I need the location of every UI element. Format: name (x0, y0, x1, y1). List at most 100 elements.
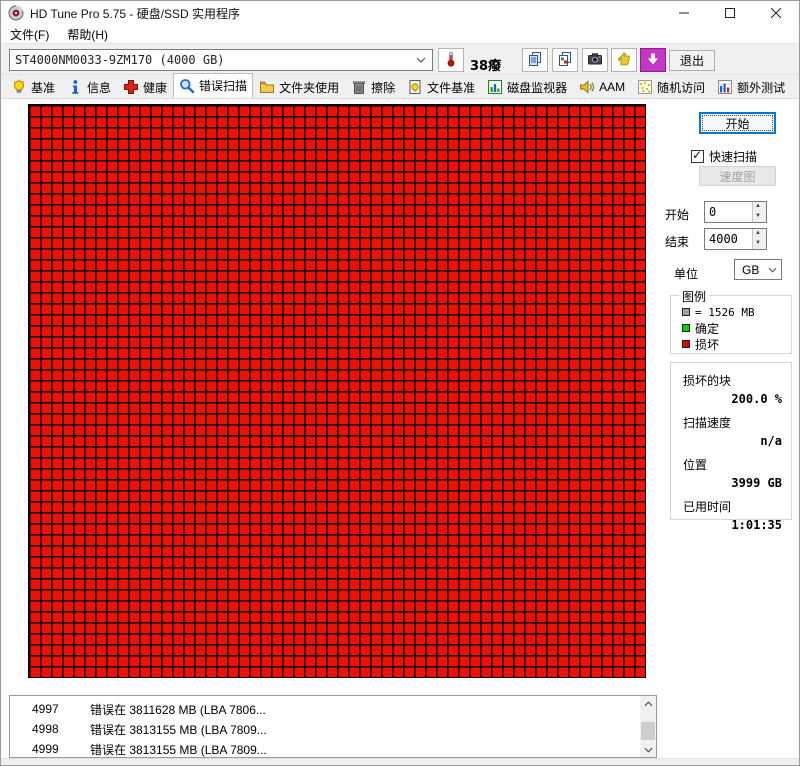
tab-file-benchmark[interactable]: 文件基准 (401, 76, 481, 98)
tab-aam[interactable]: AAM (573, 76, 631, 98)
drive-selector[interactable]: ST4000NM0033-9ZM170 (4000 GB) (9, 49, 433, 71)
tab-extra-tests[interactable]: 额外测试 (711, 76, 791, 98)
hand-button[interactable] (611, 48, 637, 72)
log-row-message: 错误在 3811628 MB (LBA 7806... (90, 701, 266, 718)
tab-label: 基准 (31, 79, 55, 96)
tab-label: 擦除 (371, 79, 395, 96)
camera-button[interactable] (582, 48, 608, 72)
random-access-icon (637, 79, 653, 95)
temperature-value: 38癈 (470, 55, 501, 74)
copy-image-button[interactable] (552, 48, 578, 72)
magnifier-icon (179, 78, 195, 94)
app-icon (8, 5, 24, 21)
scrollbar-thumb[interactable] (641, 722, 655, 740)
window-title: HD Tune Pro 5.75 - 硬盘/SSD 实用程序 (30, 5, 240, 22)
legend-ok-label: 确定 (695, 320, 719, 337)
end-spin-up-icon[interactable] (753, 229, 766, 239)
tab-error-scan[interactable]: 错误扫描 (173, 73, 253, 98)
tab-label: 磁盘监视器 (507, 79, 567, 96)
scan-block-map (28, 104, 646, 678)
exit-button[interactable]: 退出 (669, 50, 715, 71)
end-field[interactable]: 4000 (704, 228, 767, 250)
minimize-icon[interactable] (661, 1, 707, 25)
tab-label: 随机访问 (657, 79, 705, 96)
download-arrow-icon (646, 52, 660, 69)
error-scan-pane: 开始 快速扫描 速度图 开始 0 结束 4000 单位 GB (1, 99, 799, 695)
unit-label: 单位 (674, 265, 698, 282)
start-field-label: 开始 (665, 206, 689, 223)
start-field[interactable]: 0 (704, 201, 767, 223)
legend-title: 图例 (679, 288, 709, 305)
hand-icon (616, 51, 632, 70)
unit-selector-value: GB (742, 263, 759, 277)
legend-group: 图例 = 1526 MB 确定 损坏 (670, 295, 792, 354)
health-cross-icon (123, 79, 139, 95)
chevron-down-icon (416, 57, 426, 63)
tab-info[interactable]: 信息 (61, 76, 117, 98)
start-spin-down-icon[interactable] (753, 212, 766, 222)
scan-status-group: 损坏的块 200.0 % 扫描速度 n/a 位置 3999 GB 已用时间 1:… (670, 362, 792, 520)
start-spin-up-icon[interactable] (753, 202, 766, 212)
temperature-button[interactable] (438, 48, 464, 72)
scan-speed-label: 扫描速度 (683, 414, 791, 431)
log-row[interactable]: 4997 错误在 3811628 MB (LBA 7806... (10, 699, 639, 719)
bulb-icon (11, 79, 27, 95)
unit-selector[interactable]: GB (734, 259, 782, 280)
tab-label: 文件夹使用 (279, 79, 339, 96)
menu-help[interactable]: 帮助(H) (58, 25, 117, 43)
tab-label: 额外测试 (737, 79, 785, 96)
damaged-blocks-value: 200.0 % (671, 392, 782, 406)
log-row-index: 4997 (32, 702, 90, 716)
copy-text-button[interactable] (522, 48, 548, 72)
legend-block-swatch (682, 308, 690, 316)
scan-speed-value: n/a (671, 434, 782, 448)
maximize-icon[interactable] (707, 1, 753, 25)
chevron-down-icon (768, 267, 777, 273)
scroll-down-icon[interactable] (640, 742, 656, 757)
legend-block-size: = 1526 MB (695, 306, 755, 319)
file-benchmark-icon (407, 79, 423, 95)
download-button[interactable] (640, 48, 666, 72)
tab-health[interactable]: 健康 (117, 76, 173, 98)
copy-image-icon (557, 51, 573, 70)
toolbar: ST4000NM0033-9ZM170 (4000 GB) 38癈 退出 (1, 43, 799, 75)
start-field-value[interactable]: 0 (705, 202, 752, 222)
log-row[interactable]: 4998 错误在 3813155 MB (LBA 7809... (10, 719, 639, 739)
position-value: 3999 GB (671, 476, 782, 490)
tab-erase[interactable]: 擦除 (345, 76, 401, 98)
end-field-value[interactable]: 4000 (705, 229, 752, 249)
damaged-blocks-label: 损坏的块 (683, 372, 791, 389)
tab-disk-monitor[interactable]: 磁盘监视器 (481, 76, 573, 98)
tab-label: 健康 (143, 79, 167, 96)
camera-icon (587, 51, 603, 70)
error-log: 4997 错误在 3811628 MB (LBA 7806... 4998 错误… (9, 695, 657, 758)
end-spin-down-icon[interactable] (753, 239, 766, 249)
speaker-icon (579, 79, 595, 95)
extra-tests-icon (717, 79, 733, 95)
drive-selector-value: ST4000NM0033-9ZM170 (4000 GB) (15, 53, 225, 67)
log-scrollbar[interactable] (640, 696, 656, 757)
menu-bar: 文件(F) 帮助(H) (1, 25, 799, 43)
start-scan-button[interactable]: 开始 (699, 112, 776, 134)
legend-damaged-swatch (682, 340, 690, 348)
tab-label: 信息 (87, 79, 111, 96)
status-strip (1, 758, 799, 766)
log-row-index: 4998 (32, 722, 90, 736)
menu-file[interactable]: 文件(F) (1, 25, 58, 43)
end-field-label: 结束 (665, 233, 689, 250)
log-row[interactable]: 4999 错误在 3813155 MB (LBA 7809... (10, 739, 639, 759)
legend-ok-swatch (682, 324, 690, 332)
app-window: HD Tune Pro 5.75 - 硬盘/SSD 实用程序 文件(F) 帮助(… (0, 0, 800, 766)
tab-label: 错误扫描 (199, 77, 247, 94)
position-label: 位置 (683, 456, 791, 473)
scroll-up-icon[interactable] (640, 696, 656, 711)
tab-random-access[interactable]: 随机访问 (631, 76, 711, 98)
log-row-message: 错误在 3813155 MB (LBA 7809... (90, 721, 267, 738)
quick-scan-checkbox[interactable] (691, 150, 704, 163)
speed-map-button[interactable]: 速度图 (699, 166, 776, 186)
close-icon[interactable] (753, 1, 799, 25)
quick-scan-label: 快速扫描 (709, 148, 757, 165)
folder-icon (259, 79, 275, 95)
tab-folder-usage[interactable]: 文件夹使用 (253, 76, 345, 98)
tab-benchmark[interactable]: 基准 (5, 76, 61, 98)
